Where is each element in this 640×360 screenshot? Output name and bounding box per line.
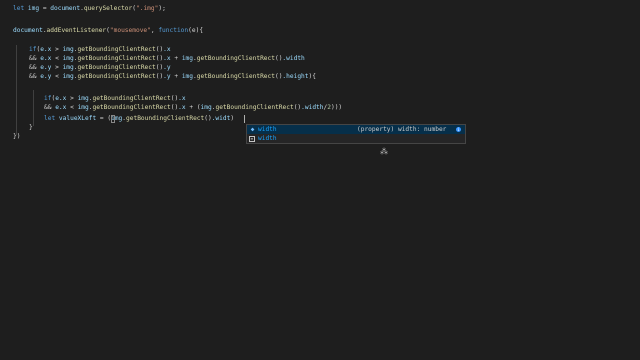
code-line-13[interactable]: } bbox=[29, 123, 33, 132]
property-icon: ◆ bbox=[250, 126, 255, 133]
token-variable: document bbox=[13, 27, 43, 34]
token-function: getBoundingClientRect bbox=[77, 55, 156, 62]
suggestion-item-width-text[interactable]: ≡ width bbox=[247, 134, 465, 143]
code-line-7[interactable]: && e.y > img.getBoundingClientRect().y bbox=[29, 63, 171, 72]
token-operator: + bbox=[185, 104, 197, 111]
indent-guide bbox=[33, 90, 34, 126]
token-variable: img bbox=[62, 64, 74, 71]
token-operator: && bbox=[44, 104, 56, 111]
token-function: getBoundingClientRect bbox=[196, 73, 275, 80]
token-operator: && bbox=[29, 64, 41, 71]
token-property: .x bbox=[178, 104, 186, 111]
token-operator: && bbox=[29, 73, 41, 80]
suggestion-label: width bbox=[258, 134, 277, 143]
code-line-14[interactable]: }) bbox=[13, 132, 20, 141]
token-variable: img bbox=[181, 55, 193, 62]
code-line-12[interactable]: let valueXLeft = (img.getBoundingClientR… bbox=[44, 114, 234, 123]
indent-guide bbox=[16, 45, 17, 135]
token-punct: ))) bbox=[330, 104, 343, 111]
code-line-8[interactable]: && e.y < img.getBoundingClientRect().y +… bbox=[29, 72, 316, 81]
token-property: .x bbox=[163, 46, 171, 53]
text-cursor bbox=[244, 114, 245, 123]
token-property: .height bbox=[282, 73, 309, 80]
suggestion-detail: (property) width: number bbox=[357, 126, 447, 133]
token-keyword: function bbox=[158, 27, 189, 34]
token-function: getBoundingClientRect bbox=[77, 64, 156, 71]
token-function: getBoundingClientRect bbox=[215, 104, 294, 111]
token-punct: () bbox=[204, 115, 212, 122]
token-property: .y bbox=[163, 64, 171, 71]
token-operator: < bbox=[51, 55, 63, 62]
token-punct: } bbox=[29, 124, 33, 131]
token-operator: > bbox=[66, 95, 78, 102]
token-string: ".img" bbox=[136, 5, 159, 12]
code-line-3[interactable]: document.addEventListener("mousemove", f… bbox=[13, 26, 203, 35]
token-variable: img bbox=[24, 5, 40, 12]
token-operator: > bbox=[51, 64, 63, 71]
token-variable: img bbox=[200, 104, 212, 111]
code-line-10[interactable]: if(e.x > img.getBoundingClientRect().x bbox=[44, 94, 186, 103]
token-variable: img bbox=[181, 73, 193, 80]
token-function: getBoundingClientRect bbox=[196, 55, 275, 62]
token-variable: document bbox=[50, 5, 81, 12]
suggestion-match: width bbox=[258, 126, 277, 133]
token-property: .widt bbox=[211, 115, 231, 122]
mouse-ibeam-icon: ⁂ bbox=[380, 147, 388, 156]
token-operator: + bbox=[170, 55, 182, 62]
token-operator: > bbox=[51, 46, 63, 53]
code-line-6[interactable]: && e.x < img.getBoundingClientRect().x +… bbox=[29, 54, 305, 63]
token-function: getBoundingClientRect bbox=[126, 115, 205, 122]
token-function: getBoundingClientRect bbox=[92, 95, 171, 102]
token-variable: img bbox=[77, 104, 89, 111]
suggestion-item-width-property[interactable]: ◆ width (property) width: number i bbox=[247, 125, 465, 134]
info-icon[interactable]: i bbox=[456, 127, 461, 132]
token-variable: valueXLeft bbox=[55, 115, 97, 122]
token-function: getBoundingClientRect bbox=[77, 73, 156, 80]
token-operator: + bbox=[170, 73, 182, 80]
code-line-11[interactable]: && e.x < img.getBoundingClientRect().x +… bbox=[44, 103, 342, 112]
token-function: addEventListener bbox=[46, 27, 107, 34]
token-function: getBoundingClientRect bbox=[77, 46, 156, 53]
token-property: .width bbox=[282, 55, 305, 62]
token-operator: < bbox=[51, 73, 63, 80]
token-punct: }) bbox=[13, 133, 21, 140]
code-line-5[interactable]: if(e.x > img.getBoundingClientRect().x bbox=[29, 45, 171, 54]
token-property: .x bbox=[163, 55, 171, 62]
token-function: getBoundingClientRect bbox=[92, 104, 171, 111]
token-keyword: let bbox=[44, 115, 56, 122]
autocomplete-widget[interactable]: ◆ width (property) width: number i ≡ wid… bbox=[246, 124, 466, 144]
token-operator: = bbox=[39, 5, 51, 12]
token-string: "mousemove" bbox=[109, 27, 151, 34]
token-property: .width bbox=[301, 104, 324, 111]
code-editor[interactable]: let img = document.querySelector(".img")… bbox=[0, 0, 640, 360]
token-operator: && bbox=[29, 55, 41, 62]
token-variable: img bbox=[62, 73, 74, 80]
token-variable: img bbox=[62, 46, 74, 53]
token-punct: ) bbox=[230, 115, 235, 122]
code-line-1[interactable]: let img = document.querySelector(".img")… bbox=[13, 4, 166, 13]
token-variable: img bbox=[62, 55, 74, 62]
token-variable: img bbox=[77, 95, 89, 102]
token-function: querySelector bbox=[83, 5, 133, 12]
token-operator: < bbox=[66, 104, 78, 111]
text-icon: ≡ bbox=[249, 135, 255, 142]
suggestion-match: width bbox=[258, 135, 277, 142]
token-property: .y bbox=[163, 73, 171, 80]
bracket-match-highlight bbox=[111, 114, 115, 123]
token-punct: ); bbox=[158, 5, 166, 12]
suggestion-label: width bbox=[258, 125, 277, 134]
token-operator: = bbox=[96, 115, 108, 122]
token-punct: (e){ bbox=[188, 27, 204, 34]
token-property: .x bbox=[178, 95, 186, 102]
token-keyword: let bbox=[13, 5, 25, 12]
token-punct: ){ bbox=[308, 73, 316, 80]
